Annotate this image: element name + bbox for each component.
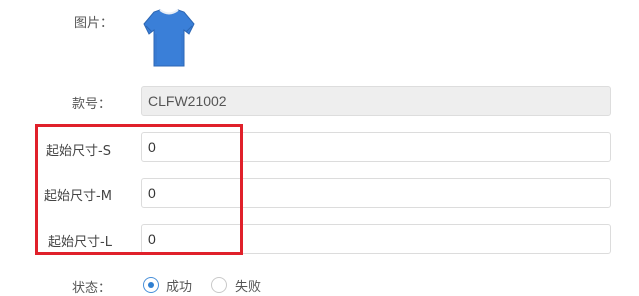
status-fail-label[interactable]: 失败 <box>235 276 261 295</box>
size-m-label: 起始尺寸-M <box>44 189 112 204</box>
status-fail-radio-icon[interactable] <box>211 277 227 293</box>
size-s-label: 起始尺寸-S <box>46 144 111 159</box>
status-success-label[interactable]: 成功 <box>166 276 192 295</box>
status-label: 状态： <box>72 281 112 296</box>
size-s-input[interactable] <box>141 132 611 162</box>
status-success-radio-icon[interactable] <box>143 277 159 293</box>
style-no-field[interactable] <box>141 86 611 116</box>
tshirt-image <box>143 9 195 67</box>
size-l-input[interactable] <box>141 224 611 254</box>
size-l-label: 起始尺寸-L <box>48 235 112 250</box>
image-label: 图片： <box>74 16 114 31</box>
style-no-label: 款号： <box>72 97 112 112</box>
size-m-input[interactable] <box>141 178 611 208</box>
